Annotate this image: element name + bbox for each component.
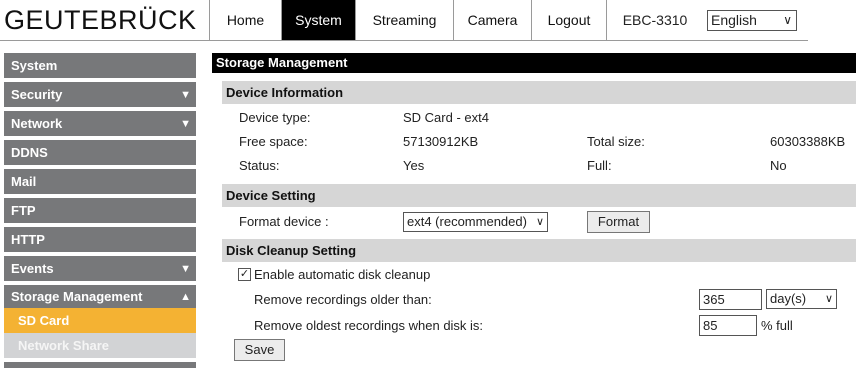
sidebar-item-http[interactable]: HTTP [4, 227, 196, 252]
sidebar: System Security ▼ Network ▼ DDNS Mail FT… [4, 53, 196, 368]
sidebar-item-system[interactable]: System [4, 53, 196, 78]
section-device-setting: Device Setting [222, 184, 856, 207]
total-size-label: Total size: [587, 134, 645, 149]
sidebar-item-mail[interactable]: Mail [4, 169, 196, 194]
free-space-label: Free space: [239, 134, 308, 149]
top-navigation-bar: GEUTEBRÜCK Home System Streaming Camera … [0, 0, 808, 41]
status-value: Yes [403, 158, 425, 173]
row-remove-older: Remove recordings older than: 365 day(s)… [212, 288, 856, 312]
chevron-down-icon: ∨ [783, 13, 792, 27]
format-type-select[interactable]: ext4 (recommended) ∨ [403, 212, 548, 232]
sidebar-item-label: Storage Management [11, 289, 143, 304]
full-label: Full: [587, 158, 612, 173]
tab-streaming[interactable]: Streaming [356, 0, 454, 40]
triangle-down-icon: ▼ [180, 118, 191, 130]
sidebar-item-ddns[interactable]: DDNS [4, 140, 196, 165]
remove-older-unit-value: day(s) [770, 291, 807, 306]
sidebar-footer-bar [4, 362, 196, 368]
sidebar-item-events[interactable]: Events ▼ [4, 256, 196, 281]
row-status: Status: Yes Full: No [212, 154, 856, 178]
remove-oldest-unit: % full [761, 318, 793, 333]
sidebar-item-label: System [11, 58, 58, 73]
section-disk-cleanup-setting: Disk Cleanup Setting [222, 239, 856, 262]
remove-oldest-input[interactable]: 85 [699, 315, 757, 336]
sidebar-item-label: DDNS [11, 145, 48, 160]
chevron-down-icon: ∨ [824, 293, 833, 305]
sidebar-item-security[interactable]: Security ▼ [4, 82, 196, 107]
sidebar-item-label: FTP [11, 203, 36, 218]
remove-older-input[interactable]: 365 [699, 289, 762, 310]
sidebar-item-ftp[interactable]: FTP [4, 198, 196, 223]
sidebar-item-storage-management[interactable]: Storage Management ▲ [4, 285, 196, 308]
full-value: No [770, 158, 787, 173]
format-button[interactable]: Format [587, 211, 650, 233]
row-format-device: Format device : ext4 (recommended) ∨ For… [212, 207, 856, 237]
sidebar-item-label: HTTP [11, 232, 45, 247]
chevron-down-icon: ∨ [535, 216, 544, 228]
triangle-down-icon: ▼ [180, 89, 191, 101]
row-save: Save [212, 339, 856, 363]
tab-logout[interactable]: Logout [532, 0, 607, 40]
sidebar-item-label: Events [11, 261, 54, 276]
tab-camera[interactable]: Camera [454, 0, 532, 40]
sidebar-subitem-network-share[interactable]: Network Share [4, 333, 196, 358]
language-select[interactable]: English ∨ [707, 10, 797, 31]
device-type-value: SD Card - ext4 [403, 110, 489, 125]
triangle-up-icon: ▲ [180, 291, 191, 303]
language-select-value: English [711, 12, 757, 28]
remove-older-unit-select[interactable]: day(s) ∨ [766, 289, 837, 309]
save-button[interactable]: Save [234, 339, 285, 361]
sidebar-subitem-sd-card[interactable]: SD Card [4, 308, 196, 333]
enable-cleanup-label: Enable automatic disk cleanup [254, 267, 431, 282]
row-free-space: Free space: 57130912KB Total size: 60303… [212, 130, 856, 154]
status-label: Status: [239, 158, 280, 173]
page-title: Storage Management [212, 53, 856, 73]
tab-home[interactable]: Home [210, 0, 282, 40]
sidebar-item-label: Security [11, 87, 63, 102]
device-model-label: EBC-3310 [622, 12, 688, 28]
format-type-select-value: ext4 (recommended) [407, 214, 527, 229]
free-space-value: 57130912KB [403, 134, 479, 149]
device-type-label: Device type: [239, 110, 311, 125]
tab-system[interactable]: System [282, 0, 356, 40]
row-enable-cleanup: ✓ Enable automatic disk cleanup [212, 262, 856, 288]
triangle-down-icon: ▼ [180, 263, 191, 275]
brand-logo: GEUTEBRÜCK [0, 0, 210, 40]
section-device-information: Device Information [222, 81, 856, 104]
remove-oldest-label: Remove oldest recordings when disk is: [254, 318, 484, 333]
sidebar-item-label: Network [11, 116, 63, 131]
row-remove-oldest: Remove oldest recordings when disk is: 8… [212, 312, 856, 339]
main-content: Storage Management Device Information De… [212, 53, 856, 363]
format-device-label: Format device : [239, 214, 329, 229]
total-size-value: 60303388KB [770, 134, 846, 149]
sidebar-item-network[interactable]: Network ▼ [4, 111, 196, 136]
remove-older-label: Remove recordings older than: [254, 292, 432, 307]
row-device-type: Device type: SD Card - ext4 [212, 106, 856, 130]
enable-cleanup-checkbox[interactable]: ✓ [238, 268, 251, 281]
sidebar-item-label: Mail [11, 174, 37, 189]
